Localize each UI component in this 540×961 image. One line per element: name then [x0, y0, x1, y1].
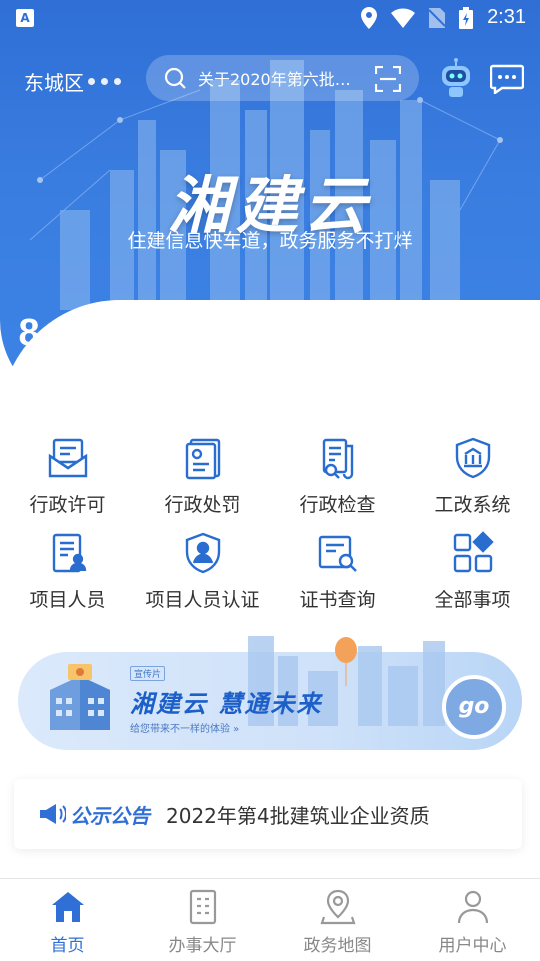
nav-service-hall[interactable]: 办事大厅 [135, 879, 270, 961]
service-label: 工改系统 [434, 494, 511, 516]
top-bar: 东城区 关于2020年第六批… [0, 52, 540, 104]
service-personnel-verification[interactable]: 项目人员认证 [135, 531, 270, 626]
service-certificate-search[interactable]: 证书查询 [270, 531, 405, 626]
nav-government-map[interactable]: 政务地图 [270, 879, 405, 961]
bottom-navigation: 首页 办事大厅 政务地图 用户中心 [0, 878, 540, 961]
stat-label: 企业库 [172, 361, 233, 385]
location-icon [361, 6, 378, 29]
megaphone-icon [40, 804, 66, 824]
stats-row: 8.44 万 项目库 3.78 万 企业库 250 万 人员库 4.90 万 信用库 [0, 312, 540, 392]
stat-unit: 万 [102, 333, 117, 350]
service-label: 行政检查 [299, 494, 376, 516]
project-person-icon [52, 533, 86, 573]
service-label: 项目人员认证 [145, 589, 260, 611]
go-button[interactable]: go [442, 675, 506, 739]
person-verify-icon [185, 532, 220, 574]
service-all-items[interactable]: 全部事项 [405, 531, 540, 626]
stat-project-library[interactable]: 8.44 万 项目库 [0, 312, 135, 392]
stat-credit-library[interactable]: 4.90 万 信用库 [405, 312, 540, 392]
app-slogan: 住建信息快车道，政务服务不打烊 [127, 230, 413, 252]
stat-value: 4.90 [423, 312, 498, 354]
stat-unit: 万 [367, 333, 382, 350]
service-label: 全部事项 [434, 589, 511, 611]
service-label: 行政许可 [29, 494, 106, 516]
message-icon[interactable] [490, 64, 524, 94]
service-reform-system[interactable]: 工改系统 [405, 436, 540, 531]
service-project-personnel[interactable]: 项目人员 [0, 531, 135, 626]
user-icon [457, 890, 488, 924]
search-icon [164, 67, 186, 89]
nav-label: 办事大厅 [168, 936, 237, 956]
district-selector[interactable]: 东城区 [24, 67, 121, 96]
nav-user-center[interactable]: 用户中心 [405, 879, 540, 961]
search-bar[interactable]: 关于2020年第六批… [146, 55, 419, 101]
stat-unit: 万 [237, 333, 252, 350]
stat-value: 3.78 [153, 312, 228, 354]
service-administrative-inspection[interactable]: 行政检查 [270, 436, 405, 531]
service-label: 项目人员 [29, 589, 106, 611]
home-icon [51, 892, 84, 922]
service-grid: 行政许可 行政处罚 行政检查 工改系统 项目人员 项目人员认证 证书查询 全部事… [0, 436, 540, 626]
wifi-icon [391, 8, 416, 28]
district-label: 东城区 [24, 71, 84, 95]
status-bar: A 2:31 [0, 0, 540, 36]
stat-value: 250 [293, 312, 358, 354]
certificate-search-icon [318, 535, 357, 572]
penalty-icon [185, 438, 220, 480]
stat-unit: 万 [507, 333, 522, 350]
scan-icon[interactable] [375, 66, 401, 92]
status-time: 2:31 [487, 6, 526, 28]
inspection-icon [322, 438, 353, 480]
stat-label: 信用库 [442, 361, 503, 385]
nav-home[interactable]: 首页 [0, 879, 135, 961]
license-icon [48, 438, 87, 478]
stat-label: 人员库 [307, 361, 368, 385]
nav-label: 政务地图 [303, 936, 372, 956]
no-sim-icon [429, 7, 446, 28]
nav-label: 用户中心 [438, 936, 507, 956]
robot-assistant-icon[interactable] [438, 58, 474, 98]
notice-bar[interactable]: 公示公告 2022年第4批建筑业企业资质 [14, 779, 522, 849]
nav-label: 首页 [50, 936, 85, 956]
more-dots-icon [88, 78, 121, 85]
promo-tag: 宣传片 [130, 666, 166, 681]
search-placeholder: 关于2020年第六批… [198, 70, 351, 89]
notice-text: 2022年第4批建筑业企业资质 [166, 803, 430, 828]
stat-personnel-library[interactable]: 250 万 人员库 [270, 312, 405, 392]
stat-value: 8.44 [18, 312, 93, 354]
service-administrative-penalty[interactable]: 行政处罚 [135, 436, 270, 531]
building-icon [189, 889, 216, 925]
stat-label: 项目库 [37, 361, 98, 385]
notice-label: 公示公告 [70, 803, 150, 828]
service-label: 证书查询 [299, 589, 376, 611]
service-label: 行政处罚 [164, 494, 241, 516]
promo-banner[interactable]: 宣传片 湘建云 慧通未来 给您带来不一样的体验 » go [18, 626, 522, 754]
service-administrative-license[interactable]: 行政许可 [0, 436, 135, 531]
promo-title: 湘建云 慧通未来 [130, 690, 323, 718]
map-pin-icon [319, 889, 356, 925]
shield-bank-icon [455, 437, 490, 479]
battery-icon [459, 6, 474, 29]
app-notification-icon: A [16, 9, 34, 27]
stat-enterprise-library[interactable]: 3.78 万 企业库 [135, 312, 270, 392]
all-items-icon [453, 531, 494, 573]
building-illustration [50, 664, 110, 730]
promo-subtitle: 给您带来不一样的体验 » [130, 724, 240, 735]
